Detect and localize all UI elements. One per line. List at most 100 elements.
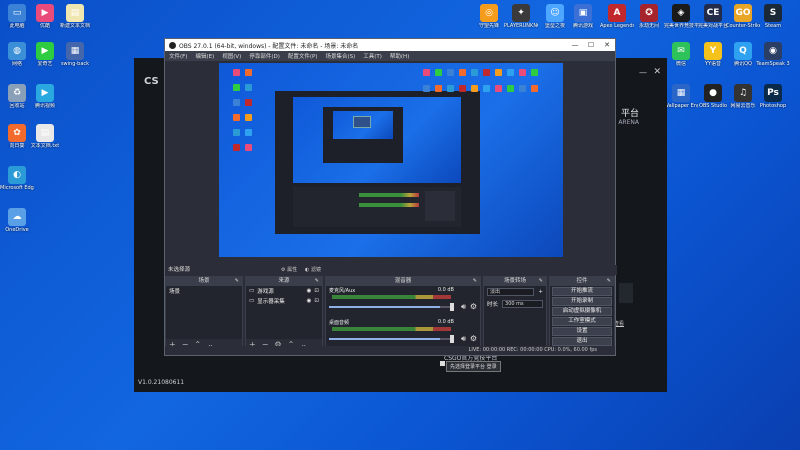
desktop-shortcut[interactable]: S Steam (756, 4, 790, 29)
app-icon: ▶ (36, 4, 54, 22)
desktop-shortcut[interactable]: ▶ 爱奇艺 (28, 42, 62, 67)
obs-menubar: 文件(F) 编辑(E) 视图(V) 停靠部件(D) 配置文件(P) 场景集合(S) 工具(T… (165, 51, 615, 61)
volume-slider-handle[interactable] (450, 335, 454, 343)
desktop-shortcut[interactable]: CE 完美对战平台 (696, 4, 730, 29)
app-icon: ◈ (672, 4, 690, 22)
shortcut-label: Wallpaper Engine (664, 103, 698, 109)
obs-preview[interactable] (219, 63, 563, 257)
preview-desktop-icon (495, 85, 502, 92)
app-icon: ✿ (8, 124, 26, 142)
studio-mode-button[interactable]: 工作室模式 (552, 317, 612, 326)
monitor-icon: ▭ (249, 288, 255, 294)
app-icon: GO (734, 4, 752, 22)
maximize-icon[interactable]: ☐ (583, 39, 599, 51)
exit-button[interactable]: 退出 (552, 337, 612, 346)
preview-desktop-icon (519, 85, 526, 92)
scenes-dock-header: 场景 ✎ (166, 277, 242, 286)
mixer-channel-mic[interactable]: 麦克风/Aux 0.0 dB 🔊︎ ⚙ (326, 286, 480, 318)
scenes-dock[interactable]: 场景 ✎ 场景 + − ⌃ ⌄ (165, 276, 243, 350)
app-icon: ☁ (8, 208, 26, 226)
desktop-shortcut[interactable]: GOCounter-Strike Global Offe... (726, 4, 760, 29)
menu-item[interactable]: 帮助(H) (390, 52, 409, 60)
app-icon: ◍ (8, 42, 26, 60)
desktop-shortcut[interactable]: Y YY语音 (696, 42, 730, 67)
close-icon[interactable]: ✕ (599, 39, 615, 51)
preview-desktop-icon (471, 69, 478, 76)
sources-dock[interactable]: 来源 ✎ ▭ 游戏源 ◉ ⊡ ▭ 显示器采集 ◉ ⊡ + − ⚙ ⌃ ⌄ (245, 276, 323, 350)
volume-slider-handle[interactable] (450, 303, 454, 311)
desktop-shortcut[interactable]: ▶ 腾讯视频 (28, 84, 62, 109)
scene-item[interactable]: 场景 (166, 286, 242, 296)
lock-icon[interactable]: ⊡ (314, 288, 319, 294)
filters-button[interactable]: ◐ 滤镜 (305, 266, 321, 274)
volume-slider[interactable] (329, 306, 452, 308)
shortcut-label: OBS Studio (699, 103, 727, 109)
menu-item[interactable]: 文件(F) (169, 52, 187, 60)
desktop-shortcut[interactable]: ◎ 守望先锋 (472, 4, 506, 29)
gear-icon[interactable]: ⚙ (470, 302, 477, 311)
lock-icon[interactable]: ⊡ (314, 298, 319, 304)
transitions-dock[interactable]: 场景转场 ✎ 淡出 + 时长 300 ms (483, 276, 547, 350)
start-streaming-button[interactable]: 开始推流 (552, 287, 612, 296)
preview-desktop-icon (423, 85, 430, 92)
preview-desktop-icon (519, 69, 526, 76)
desktop-shortcut[interactable]: ✦PLAYERUNKNOWN'S BATTLEGR... (504, 4, 538, 29)
auto-login-checkbox[interactable] (440, 361, 445, 366)
platform-login-button[interactable]: 先选择登录平台 登录 (446, 361, 501, 372)
app-icon: ☺ (546, 4, 564, 22)
menu-item[interactable]: 场景集合(S) (325, 52, 355, 60)
properties-button[interactable]: ⚙ 属性 (281, 266, 297, 274)
speaker-icon[interactable]: 🔊︎ (461, 302, 466, 312)
add-icon[interactable]: + (538, 289, 543, 295)
desktop-shortcut[interactable]: ▶ 优酷 (28, 4, 62, 29)
minimize-icon[interactable]: — (639, 68, 647, 77)
shortcut-label: 腾讯视频 (34, 103, 55, 109)
menu-item[interactable]: 停靠部件(D) (249, 52, 280, 60)
speaker-icon[interactable]: 🔊︎ (461, 334, 466, 344)
menu-item[interactable]: 配置文件(P) (288, 52, 318, 60)
controls-dock-header: 控件 ✎ (550, 277, 614, 286)
transition-type-select[interactable]: 淡出 (487, 288, 535, 296)
menu-item[interactable]: 编辑(E) (195, 52, 214, 60)
preview-desktop-icon (459, 69, 466, 76)
obs-window[interactable]: OBS 27.0.1 (64-bit, windows) - 配置文件: 未命名… (164, 38, 617, 356)
desktop-shortcut[interactable]: ☁ OneDrive (0, 208, 34, 233)
mixer-dock[interactable]: 混音器 ✎ 麦克风/Aux 0.0 dB 🔊︎ ⚙ 桌面音频 0.0 dB 🔊︎ … (325, 276, 481, 350)
desktop-shortcut[interactable]: ✪ 永劫无间 (632, 4, 666, 29)
desktop-shortcut[interactable]: ▦Wallpaper Engine (664, 84, 698, 109)
desktop-shortcut[interactable]: ✉ 微信 (664, 42, 698, 67)
desktop-shortcut[interactable]: ◈完美世界竞技平台 (664, 4, 698, 29)
desktop-shortcut[interactable]: ▦ swing-back (58, 42, 92, 67)
source-item-game[interactable]: ▭ 游戏源 ◉ ⊡ (246, 286, 322, 296)
menu-item[interactable]: 工具(T) (363, 52, 382, 60)
controls-dock[interactable]: 控件 ✎ 开始推流 开始录制 启动虚拟摄像机 工作室模式 设置 退出 (549, 276, 615, 350)
settings-button[interactable]: 设置 (552, 327, 612, 336)
desktop-shortcut[interactable]: A Apex Legends (600, 4, 634, 29)
start-recording-button[interactable]: 开始录制 (552, 297, 612, 306)
source-item-display[interactable]: ▭ 显示器采集 ◉ ⊡ (246, 296, 322, 306)
eye-icon[interactable]: ◉ (307, 298, 312, 304)
mixer-dock-header: 混音器 ✎ (326, 277, 480, 286)
eye-icon[interactable]: ◉ (307, 288, 312, 294)
menu-item[interactable]: 视图(V) (222, 52, 241, 60)
desktop-shortcut[interactable]: ♫ 网易云音乐 (726, 84, 760, 109)
minimize-icon[interactable]: — (567, 39, 583, 51)
obs-titlebar[interactable]: OBS 27.0.1 (64-bit, windows) - 配置文件: 未命名… (165, 39, 615, 51)
shortcut-label: 爱奇艺 (37, 61, 53, 67)
desktop-shortcut[interactable]: ▤ 新建文本文档 (58, 4, 92, 29)
desktop-shortcut[interactable]: ◉ TeamSpeak 3 (756, 42, 790, 67)
desktop-shortcut[interactable]: ▤ 文本文档.txt (28, 124, 62, 149)
gear-icon[interactable]: ⚙ (470, 334, 477, 343)
close-icon[interactable]: ✕ (653, 67, 661, 77)
start-virtual-camera-button[interactable]: 启动虚拟摄像机 (552, 307, 612, 316)
volume-slider[interactable] (329, 338, 452, 340)
desktop-shortcut[interactable]: ● OBS Studio (696, 84, 730, 109)
desktop-shortcut[interactable]: Q 腾讯QQ (726, 42, 760, 67)
preview-desktop-icon (245, 69, 252, 76)
shortcut-label: Microsoft Edge (0, 185, 34, 191)
desktop-shortcut[interactable]: Ps Photoshop (756, 84, 790, 109)
desktop-shortcut[interactable]: ◐ Microsoft Edge (0, 166, 34, 191)
transition-duration-input[interactable]: 300 ms (502, 300, 543, 308)
desktop-shortcut[interactable]: ▣ 腾讯游戏 (566, 4, 600, 29)
shortcut-label: Counter-Strike Global Offe... (726, 23, 760, 29)
